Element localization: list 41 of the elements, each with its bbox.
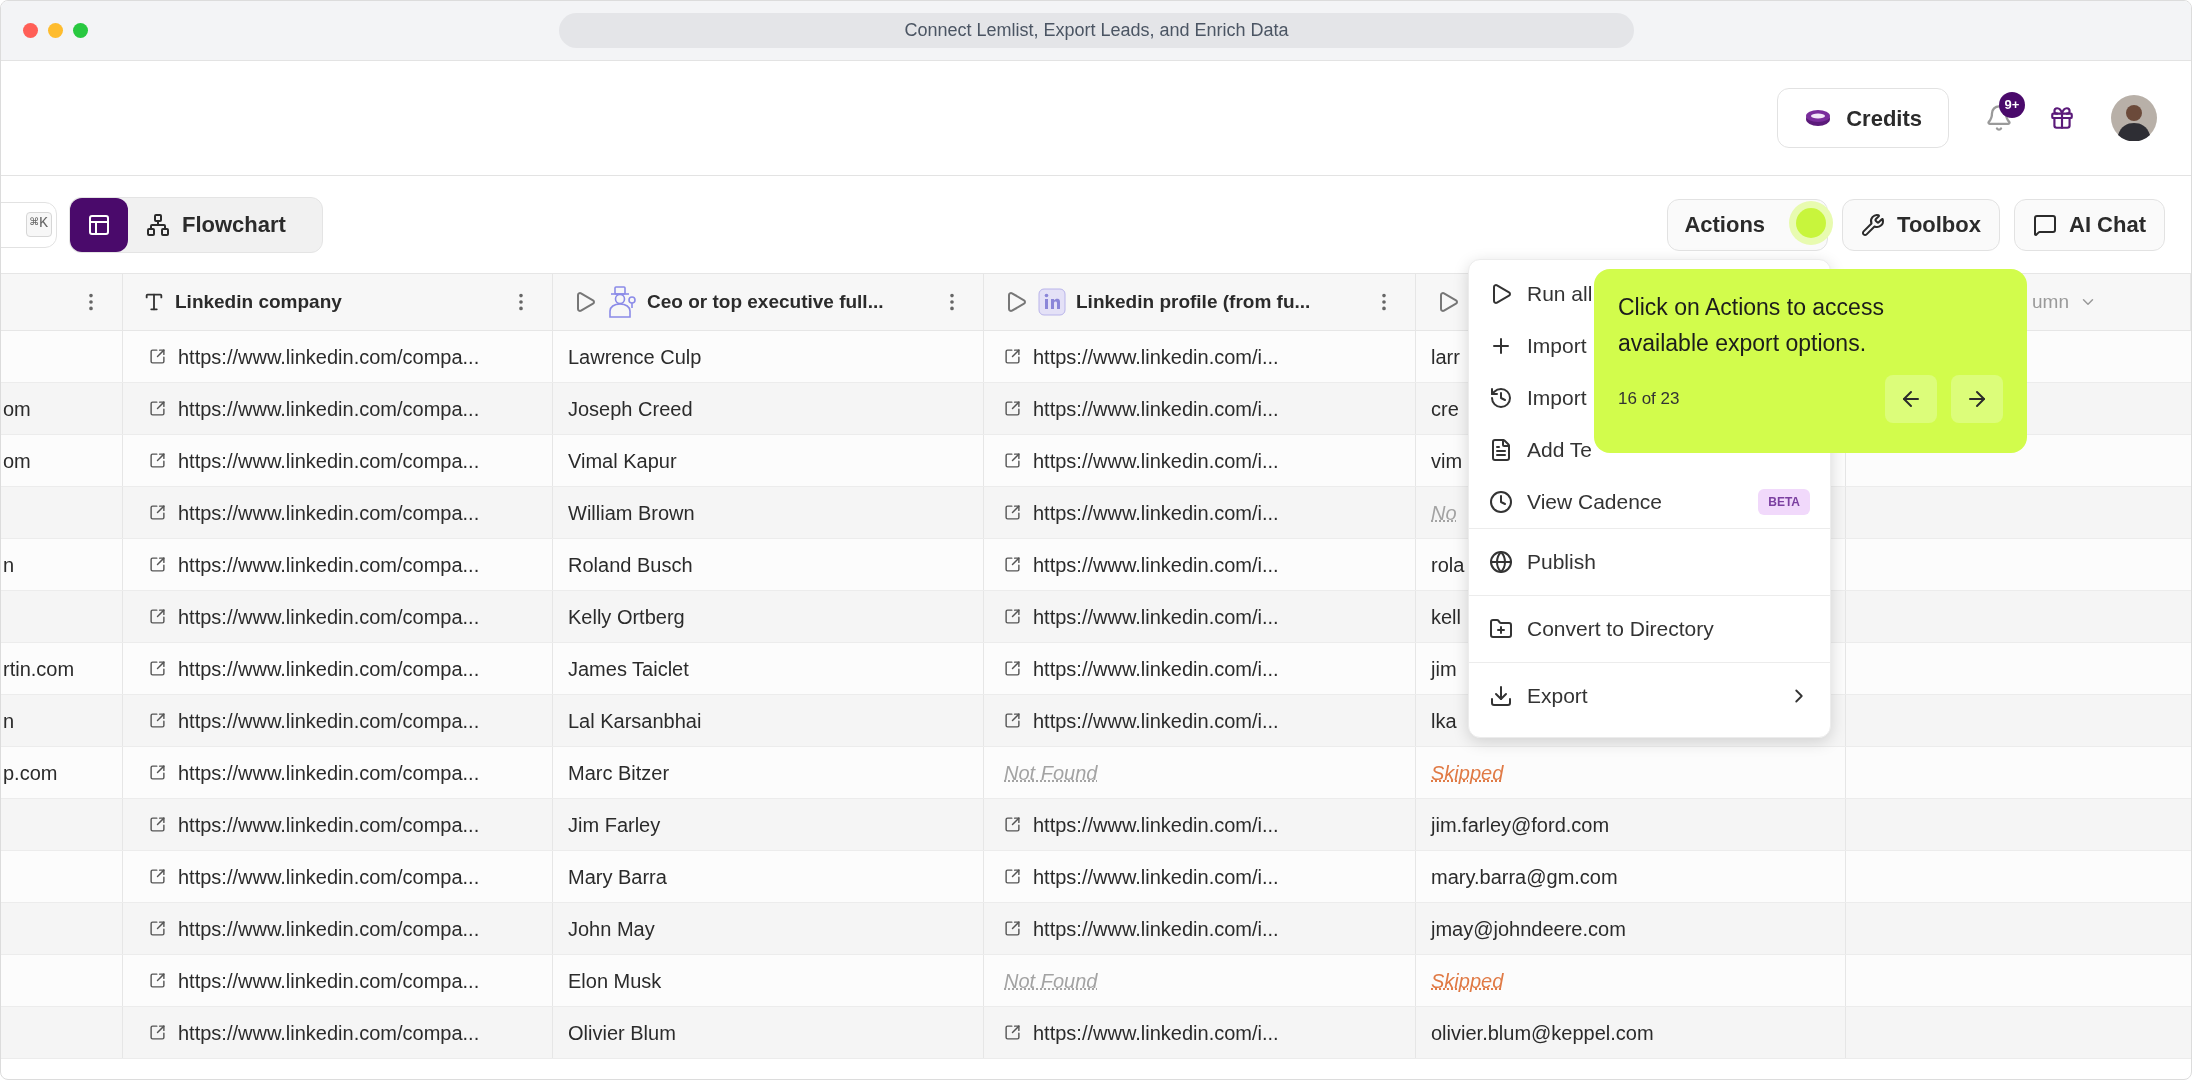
table-cell-text: rtin.com — [2, 656, 75, 682]
table-cell-text: Elon Musk — [568, 968, 662, 994]
table-cell-text: Kelly Ortberg — [568, 604, 685, 630]
table-cell-text: p.com — [2, 760, 58, 786]
table-cell-text: Jim Farley — [568, 812, 661, 838]
table-cell-text: jim — [1431, 656, 1457, 682]
table-cell-text: John May — [568, 916, 655, 942]
shortcut-key: ⌘K — [25, 212, 52, 237]
table-cell-text: Skipped — [1431, 760, 1504, 786]
table-cell-text: Olivier Blum — [568, 1020, 676, 1046]
table-cell-text: kell — [1431, 604, 1461, 630]
table-cell-text: Not Found — [1004, 968, 1098, 994]
table-cell-text: vim — [1431, 448, 1463, 474]
tooltip-text: Click on Actions to access available export options. — [1618, 293, 1885, 358]
step-counter: 16 of 23 — [1618, 388, 1680, 411]
table-cell-text: om — [2, 448, 31, 474]
table-cell-text: cre — [1431, 396, 1459, 422]
table-cell-text: rola — [1431, 552, 1465, 578]
table-cell-text: Skipped — [1431, 968, 1504, 994]
table-cell-text: lka — [1431, 708, 1457, 734]
table-cell-text: mary.barra@gm.com — [1431, 864, 1618, 890]
table-cell-text: Marc Bitzer — [568, 760, 670, 786]
table-cell-text: Lal Karsanbhai — [568, 708, 702, 734]
table-cell-text: n — [2, 708, 15, 734]
table-cell-text: jmay@johndeere.com — [1431, 916, 1626, 942]
table-cell-text: om — [2, 396, 31, 422]
beta-badge: BETA — [1758, 489, 1810, 515]
table-cell-text: James Taiclet — [568, 656, 689, 682]
table-cell-text: Lawrence Culp — [568, 344, 702, 370]
table-cell-text: Roland Busch — [568, 552, 693, 578]
table-cell-text: Vimal Kapur — [568, 448, 677, 474]
table-cell-text: Mary Barra — [568, 864, 667, 890]
table-cell-text: William Brown — [568, 500, 695, 526]
table-cell-text: olivier.blum@keppel.com — [1431, 1020, 1654, 1046]
table-cell-text: Not Found — [1004, 760, 1098, 786]
table-cell-text: No — [1431, 500, 1457, 526]
table-cell-text: Joseph Creed — [568, 396, 693, 422]
table-cell-text: jim.farley@ford.com — [1431, 812, 1610, 838]
table-cell-text: n — [2, 552, 15, 578]
notification-badge: 9+ — [1999, 92, 2025, 118]
table-cell-text: larr — [1431, 344, 1460, 370]
